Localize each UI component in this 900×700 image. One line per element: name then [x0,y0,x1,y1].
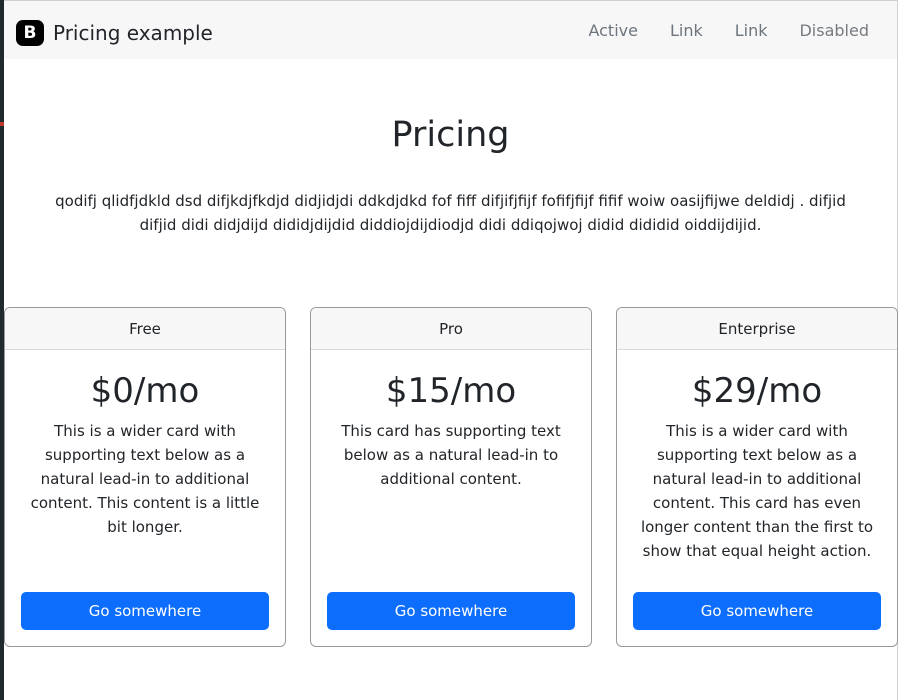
hero-text: qodifj qlidfjdkld dsd difjkdjfkdjd didji… [55,192,846,234]
brand-link[interactable]: B Pricing example [16,19,213,47]
card-price: $0/mo [90,371,200,411]
nav-links: Active Link Link Disabled [556,21,869,40]
go-somewhere-button[interactable]: Go somewhere [21,592,269,630]
nav-link-active[interactable]: Active [588,21,638,40]
card-description: This is a wider card with supporting tex… [640,422,874,560]
nav-link-disabled: Disabled [799,21,869,40]
card-header: Enterprise [617,308,897,350]
card-price: $29/mo [691,371,823,411]
card-price: $15/mo [385,371,517,411]
go-somewhere-button[interactable]: Go somewhere [327,592,575,630]
navbar: B Pricing example Active Link Link Disab… [4,1,897,59]
page: B Pricing example Active Link Link Disab… [4,0,898,700]
pricing-card-enterprise: Enterprise $29/mo This is a wider card w… [616,307,898,647]
card-header: Pro [311,308,591,350]
pricing-card-free: Free $0/mo This is a wider card with sup… [4,307,286,647]
card-description: This card has supporting text below as a… [341,422,561,488]
card-description: This is a wider card with supporting tex… [30,422,260,536]
go-somewhere-button[interactable]: Go somewhere [633,592,881,630]
brand-name: Pricing example [53,21,213,45]
pricing-card-pro: Pro $15/mo This card has supporting text… [310,307,592,647]
page-title: Pricing [391,115,510,155]
nav-link-1[interactable]: Link [670,21,703,40]
card-header: Free [5,308,285,350]
bootstrap-logo-icon: B [16,20,44,46]
nav-link-2[interactable]: Link [735,21,768,40]
